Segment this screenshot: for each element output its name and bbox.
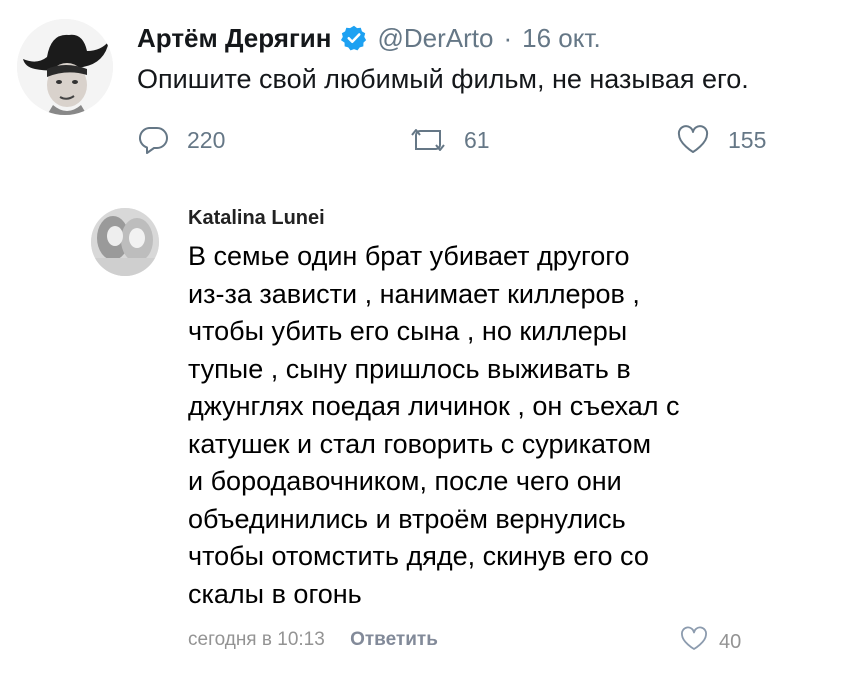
reply-icon — [137, 124, 169, 156]
comment-line: скалы в огонь — [188, 578, 362, 609]
comment-meta: сегодня в 10:13 Ответить — [188, 629, 438, 651]
commenter-name[interactable]: Katalina Lunei — [188, 207, 325, 230]
comment-text: В семье один брат убивает другого из-за … — [188, 238, 788, 613]
comment: Katalina Lunei В семье один брат убивает… — [0, 190, 854, 679]
author-avatar[interactable] — [17, 19, 113, 115]
comment-line: джунглях поедая личинок , он съехал с — [188, 391, 680, 421]
author-handle[interactable]: @DerArto — [378, 23, 494, 54]
like-count: 155 — [728, 126, 767, 153]
comment-timestamp[interactable]: сегодня в 10:13 — [188, 629, 325, 650]
tweet-header: Артём Дерягин @DerArto · 16 окт. — [137, 20, 601, 56]
comment-line: чтобы убить его сына , но киллеры — [188, 316, 628, 346]
comment-line: чтобы отомстить дяде, скинув его со — [188, 541, 649, 571]
comment-like-count: 40 — [719, 630, 742, 653]
reply-count: 220 — [187, 126, 226, 153]
retweet-button[interactable]: 61 — [410, 122, 490, 158]
commenter-avatar[interactable] — [91, 208, 159, 276]
retweet-count: 61 — [464, 126, 490, 153]
heart-icon — [676, 124, 710, 156]
comment-line: из-за зависти , нанимает киллеров , — [188, 278, 640, 309]
tweet-date[interactable]: 16 окт. — [522, 23, 601, 54]
comment-line: катушек и стал говорить с сурикатом — [188, 428, 652, 459]
like-button[interactable]: 155 — [676, 122, 766, 158]
heart-icon — [679, 626, 709, 658]
verified-badge-icon — [340, 24, 368, 52]
separator-dot: · — [503, 22, 513, 53]
comment-line: В семье один брат убивает другого — [188, 241, 630, 271]
comment-line: объединились и втроём вернулись — [188, 503, 626, 534]
comment-line: тупые , сыну пришлось выживать в — [188, 353, 631, 384]
tweet: Артём Дерягин @DerArto · 16 окт. Опишите… — [0, 0, 854, 190]
comment-line: и бородавочником, после чего они — [188, 466, 622, 496]
comment-reply-button[interactable]: Ответить — [350, 629, 438, 650]
tweet-text: Опишите свой любимый фильм, не называя е… — [137, 64, 749, 94]
author-name[interactable]: Артём Дерягин — [137, 23, 332, 54]
retweet-icon — [410, 124, 446, 156]
comment-like-button[interactable]: 40 — [679, 626, 741, 658]
reply-button[interactable]: 220 — [137, 122, 225, 158]
